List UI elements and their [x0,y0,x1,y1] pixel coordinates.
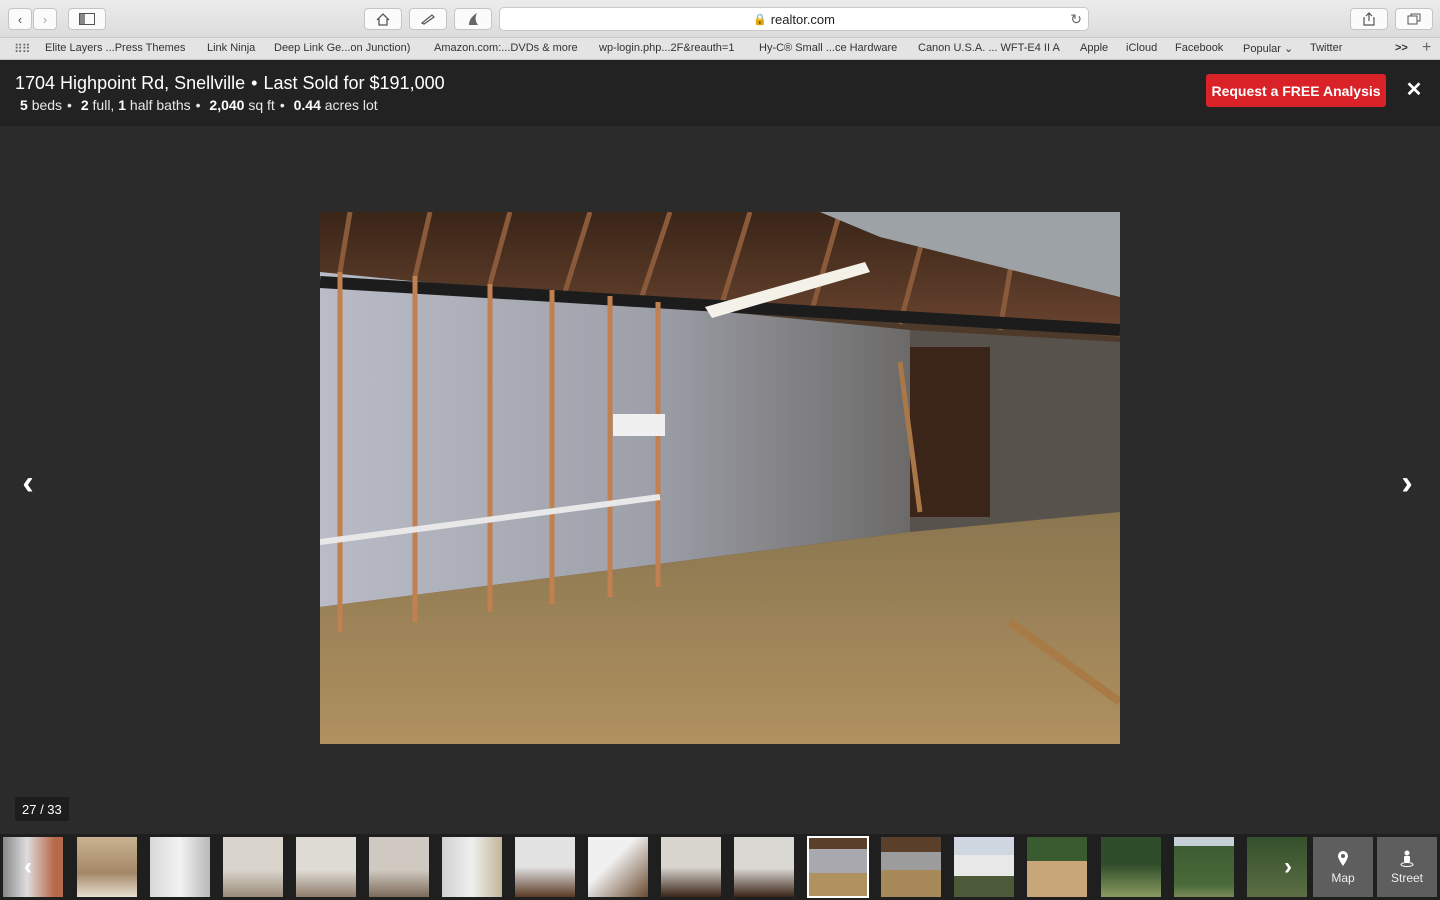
thumbnail[interactable] [588,837,648,897]
listing-sold-price: Last Sold for $191,000 [263,73,445,93]
edit-button[interactable] [409,8,447,30]
lock-icon: 🔒 [752,13,767,26]
bookmark-canon[interactable]: Canon U.S.A. ... WFT-E4 II A [918,42,1060,54]
chevron-left-icon: ‹ [17,11,23,27]
apps-grid-icon[interactable]: ⠿⠿ [14,42,31,56]
bookmark-wp-login[interactable]: wp-login.php...2F&reauth=1 [599,42,734,54]
thumbnail[interactable] [296,837,356,897]
home-icon [376,12,390,26]
thumbnail[interactable] [954,837,1014,897]
thumbnail[interactable] [77,837,137,897]
url-text: realtor.com [770,11,835,27]
tabs-button[interactable] [1395,8,1433,30]
pencil-icon [420,14,435,25]
lot-size-value: 0.44 [293,97,321,113]
back-button[interactable]: ‹ [8,8,32,30]
request-analysis-button[interactable]: Request a FREE Analysis [1206,74,1386,107]
thumbnail[interactable] [442,837,502,897]
listing-title: 1704 Highpoint Rd, Snellville • Last Sold … [15,73,445,93]
map-pin-icon [1338,850,1348,866]
thumbnail[interactable] [1174,837,1234,897]
bookmark-twitter[interactable]: Twitter [1310,42,1342,54]
photo-viewer: ‹ › 27 / 33 [0,126,1440,834]
home-button[interactable] [364,8,402,30]
street-view-person-icon [1400,850,1414,867]
bookmark-deep-link[interactable]: Deep Link Ge...on Junction) [274,42,410,54]
bookmarks-bar: ⠿⠿ Elite Layers ...Press Themes Link Nin… [0,38,1440,60]
sqft-value: 2,040 [209,97,245,113]
browser-toolbar: ‹ › 🔒 realtor.com ↻ [0,0,1440,38]
tabs-icon [1407,13,1421,25]
bookmark-popular[interactable]: Popular ⌄ [1243,42,1293,55]
listing-facts: 5 beds • 2 full, 1 half baths • 2,040 sq f… [20,97,378,113]
bookmark-link-ninja[interactable]: Link Ninja [207,42,255,54]
new-tab-plus-icon[interactable]: + [1422,39,1431,57]
listing-header: 1704 Highpoint Rd, Snellville • Last Sold … [0,60,1440,126]
photo-counter: 27 / 33 [15,797,69,821]
thumbnail[interactable] [1027,837,1087,897]
full-baths-count: 2 [80,97,89,113]
bookmark-icloud[interactable]: iCloud [1126,42,1157,54]
thumbnail[interactable] [661,837,721,897]
bookmark-facebook[interactable]: Facebook [1175,42,1223,54]
listing-address: 1704 Highpoint Rd, Snellville [15,73,246,93]
sidebar-toggle-button[interactable] [68,8,106,30]
reload-icon[interactable]: ↻ [1070,11,1082,28]
forward-button[interactable]: › [33,8,57,30]
bookmarks-overflow-button[interactable]: >> [1395,42,1408,54]
listing-photo [320,212,1120,744]
extension-icon [469,13,478,25]
thumbnail[interactable] [369,837,429,897]
bookmark-elite-layers[interactable]: Elite Layers ...Press Themes [45,42,185,54]
map-label: Map [1331,870,1355,885]
bookmark-amazon[interactable]: Amazon.com:...DVDs & more [434,42,578,54]
thumbnail[interactable] [881,837,941,897]
sidebar-icon [79,13,95,25]
thumbnail[interactable] [734,837,794,897]
share-icon [1363,12,1375,26]
half-baths-count: 1 [118,97,127,113]
street-view-button[interactable]: Street [1377,837,1437,897]
bookmark-apple[interactable]: Apple [1080,42,1108,54]
share-button[interactable] [1350,8,1388,30]
thumbnail[interactable] [1101,837,1161,897]
extension-button[interactable] [454,8,492,30]
street-label: Street [1390,870,1423,885]
chevron-right-icon: › [42,11,48,27]
bookmark-hy-c[interactable]: Hy-C® Small ...ce Hardware [759,42,897,54]
thumbnail[interactable] [223,837,283,897]
thumbnail[interactable] [150,837,210,897]
map-button[interactable]: Map [1313,837,1373,897]
thumbnail[interactable] [515,837,575,897]
previous-photo-button[interactable]: ‹ [14,464,42,502]
thumbnail-strip: ‹ › Map Street [0,834,1440,900]
beds-count: 5 [20,97,28,113]
strip-next-button[interactable]: › [1260,837,1316,897]
strip-prev-button[interactable]: ‹ [0,837,56,897]
close-icon[interactable]: ✕ [1404,79,1424,101]
thumbnail-active[interactable] [807,836,869,898]
address-bar[interactable]: 🔒 realtor.com ↻ [499,7,1089,31]
chevron-down-icon: ⌄ [1283,43,1294,55]
next-photo-button[interactable]: › [1393,464,1421,502]
